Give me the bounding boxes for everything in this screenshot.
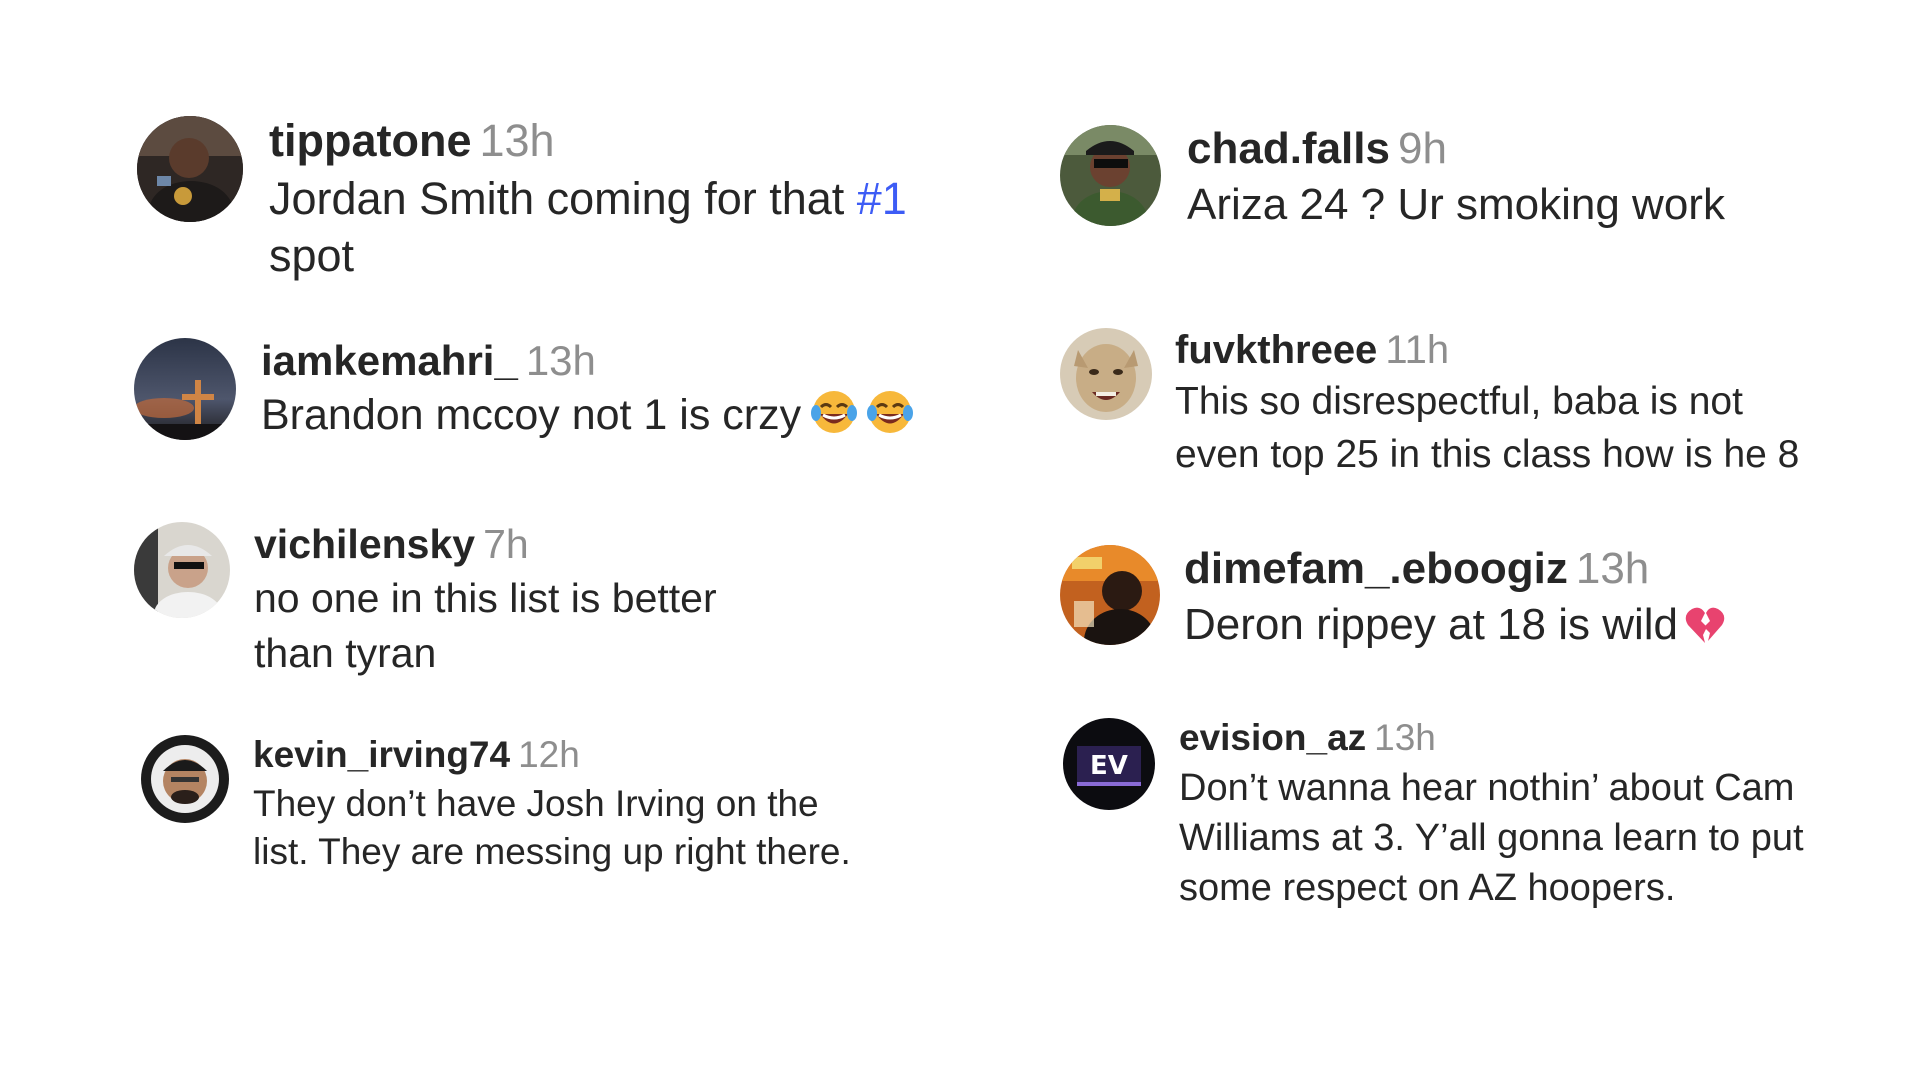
avatar[interactable] <box>137 116 243 222</box>
comment-username[interactable]: dimefam_.eboogiz <box>1184 544 1568 593</box>
comment-body: vichilensky 7h no one in this list is bet… <box>254 521 754 682</box>
comment-timestamp: 13h <box>1575 544 1650 593</box>
comment-item: kevin_irving74 12h They don’t have Josh I… <box>141 734 863 876</box>
comment-timestamp: 13h <box>1374 717 1436 758</box>
face-with-tears-of-joy-emoji <box>867 389 914 449</box>
hashtag-link[interactable]: #1 <box>857 173 907 224</box>
avatar[interactable] <box>134 522 230 618</box>
avatar[interactable] <box>141 735 229 823</box>
avatar[interactable] <box>1060 328 1152 420</box>
comment-text: Ariza 24 ? Ur smoking work <box>1187 180 1725 230</box>
comment-text: Deron rippey at 18 is wild <box>1184 597 1804 659</box>
comment-text: They don’t have Josh Irving on the list.… <box>253 782 851 872</box>
comment-timestamp: 7h <box>483 521 529 567</box>
comment-username[interactable]: vichilensky <box>254 521 475 567</box>
comment-text: no one in this list is better than tyran <box>254 575 717 677</box>
comment-body: fuvkthreee 11h This so disrespectful, bab… <box>1175 328 1825 481</box>
avatar[interactable]: EV <box>1063 718 1155 810</box>
comment-item: fuvkthreee 11h This so disrespectful, bab… <box>1060 328 1825 481</box>
comment-body: chad.falls 9h Ariza 24 ? Ur smoking work <box>1187 124 1807 234</box>
svg-text:EV: EV <box>1090 751 1128 781</box>
comment-item: tippatone 13h Jordan Smith coming for tha… <box>137 116 929 285</box>
comment-username[interactable]: evision_az <box>1179 717 1366 758</box>
comment-username[interactable]: tippatone <box>269 115 471 166</box>
comment-text-part: Deron rippey at 18 is wild <box>1184 600 1679 650</box>
comment-body: evision_az 13h Don’t wanna hear nothin’ a… <box>1179 717 1829 913</box>
comment-text: Brandon mccoy not 1 is crzy <box>261 388 961 449</box>
comment-timestamp: 12h <box>518 734 580 775</box>
comment-text: This so disrespectful, baba is not even … <box>1175 380 1800 476</box>
comment-text-part: spot <box>269 230 355 282</box>
comment-item: dimefam_.eboogiz 13h Deron rippey at 18 i… <box>1060 544 1804 660</box>
comment-text: Jordan Smith coming for that #1 spot <box>269 170 929 285</box>
broken-heart-emoji <box>1684 603 1726 659</box>
comment-text-part: Brandon mccoy not 1 is crzy <box>261 391 802 440</box>
comment-item: chad.falls 9h Ariza 24 ? Ur smoking work <box>1060 124 1807 234</box>
comment-timestamp: 11h <box>1385 328 1450 372</box>
comment-username[interactable]: fuvkthreee <box>1175 328 1377 372</box>
comment-username[interactable]: kevin_irving74 <box>253 734 510 775</box>
comment-text-part: Jordan Smith coming for that <box>269 172 857 224</box>
comment-body: tippatone 13h Jordan Smith coming for tha… <box>269 116 929 285</box>
comment-item: vichilensky 7h no one in this list is bet… <box>134 521 754 682</box>
comment-timestamp: 9h <box>1397 124 1447 173</box>
avatar[interactable] <box>134 338 236 440</box>
comment-username[interactable]: chad.falls <box>1187 124 1390 173</box>
comment-item: iamkemahri_ 13h Brandon mccoy not 1 is cr… <box>134 337 961 449</box>
comment-item: EV evision_az 13h Don’t wanna hear nothin… <box>1063 717 1829 913</box>
avatar[interactable] <box>1060 125 1161 226</box>
comment-text: Don’t wanna hear nothin’ about Cam Willi… <box>1179 766 1804 909</box>
comment-body: iamkemahri_ 13h Brandon mccoy not 1 is cr… <box>261 337 961 449</box>
face-with-tears-of-joy-emoji <box>811 389 858 449</box>
comment-timestamp: 13h <box>479 115 555 166</box>
comment-timestamp: 13h <box>525 337 596 384</box>
avatar[interactable] <box>1060 545 1160 645</box>
comment-username[interactable]: iamkemahri_ <box>261 337 518 384</box>
comment-body: dimefam_.eboogiz 13h Deron rippey at 18 i… <box>1184 544 1804 660</box>
comment-body: kevin_irving74 12h They don’t have Josh I… <box>253 734 863 876</box>
